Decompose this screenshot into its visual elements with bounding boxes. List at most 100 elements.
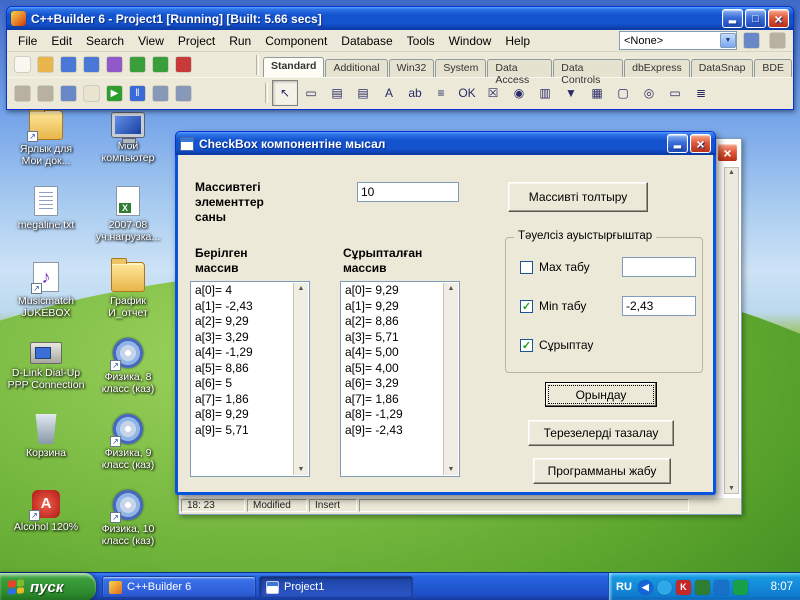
open-project-icon[interactable] [103,54,126,76]
menu-item-tools[interactable]: Tools [400,31,442,51]
desktop-icon-физика-9[interactable]: ↗Физика, 9 класс (каз) [87,414,169,471]
mainmenu-icon[interactable]: ▤ [324,80,350,106]
list-item[interactable]: a[9]= 5,71 [192,423,292,439]
save-all-icon[interactable] [80,54,103,76]
list-item[interactable]: a[5]= 4,00 [342,361,442,377]
pointer-icon[interactable]: ↖ [272,80,298,106]
sync-project-icon[interactable] [740,30,763,52]
listbox-scrollbar[interactable] [293,283,308,475]
desktop-icon-2007-08[interactable]: 2007-08 уч.нагрузка... [87,186,169,243]
max-checkbox[interactable] [520,261,533,274]
dialog-minimize-button[interactable] [667,134,688,153]
list-item[interactable]: a[5]= 8,86 [192,361,292,377]
menu-item-project[interactable]: Project [171,31,222,51]
menu-item-help[interactable]: Help [498,31,537,51]
frames-icon[interactable]: ▭ [298,80,324,106]
ide-maximize-button[interactable] [745,9,766,28]
menu-item-search[interactable]: Search [79,31,131,51]
scrollbar-icon[interactable]: ▦ [584,80,610,106]
listbox-icon[interactable]: ▥ [532,80,558,106]
button-icon[interactable]: OK [454,80,480,106]
given-array-listbox[interactable]: a[0]= 4a[1]= -2,43a[2]= 9,29a[3]= 3,29a[… [190,281,310,477]
volume-icon[interactable] [733,580,748,595]
palette-tab-dbexpress[interactable]: dbExpress [624,59,690,77]
run-icon[interactable]: ▶ [103,82,126,104]
ide-minimize-button[interactable] [722,9,743,28]
list-item[interactable]: a[8]= -1,29 [342,407,442,423]
start-button[interactable]: пуск [0,573,96,600]
listbox-scrollbar[interactable] [443,283,458,475]
menu-item-window[interactable]: Window [442,31,499,51]
groupbox-icon[interactable]: ▢ [610,80,636,106]
menu-item-component[interactable]: Component [258,31,334,51]
list-item[interactable]: a[8]= 9,29 [192,407,292,423]
new-form-icon[interactable] [80,82,103,104]
list-item[interactable]: a[7]= 1,86 [192,392,292,408]
checkbox-icon[interactable]: ☒ [480,80,506,106]
open-file-icon[interactable] [34,54,57,76]
view-unit-icon[interactable] [11,82,34,104]
count-input[interactable] [357,182,459,202]
desktop-icon-ярлык-для[interactable]: ↗Ярлык для Мои док... [5,110,87,167]
list-item[interactable]: a[3]= 3,29 [192,330,292,346]
palette-tab-additional[interactable]: Additional [325,59,387,77]
component-selector-combobox[interactable]: <None> [619,31,737,50]
ide-titlebar[interactable]: C++Builder 6 - Project1 [Running] [Built… [7,7,793,30]
step-over-icon[interactable] [172,82,195,104]
desktop-icon-alcohol-120-[interactable]: ↗Alcohol 120% [5,490,87,533]
desktop-icon-d-link-dial-up[interactable]: D-Link Dial-Up PPP Connection [5,338,87,391]
sort-checkbox[interactable] [520,339,533,352]
editor-close-button[interactable] [717,143,738,162]
palette-tab-bde[interactable]: BDE [754,59,792,77]
desktop-icon-график[interactable]: График И_отчет [87,262,169,319]
dialog-titlebar[interactable]: CheckBox компонентіне мысал [175,131,716,155]
palette-tab-standard[interactable]: Standard [263,57,325,77]
list-item[interactable]: a[9]= -2,43 [342,423,442,439]
desktop-icon-корзина[interactable]: Корзина [5,414,87,459]
clear-windows-button[interactable]: Терезелерді тазалау [528,420,674,446]
palette-tab-data-access[interactable]: Data Access [487,59,552,77]
list-item[interactable]: a[4]= 5,00 [342,345,442,361]
list-item[interactable]: a[7]= 1,86 [342,392,442,408]
ide-close-button[interactable] [768,9,789,28]
new-file-icon[interactable] [11,54,34,76]
edit-icon[interactable]: ab [402,80,428,106]
menu-item-edit[interactable]: Edit [44,31,79,51]
menu-item-database[interactable]: Database [334,31,399,51]
remove-file-icon[interactable] [149,54,172,76]
palette-tab-datasnap[interactable]: DataSnap [691,59,754,77]
desktop-icon-megaline-txt[interactable]: megaline.txt [5,186,87,231]
list-item[interactable]: a[2]= 8,86 [342,314,442,330]
view-form-icon[interactable] [34,82,57,104]
language-indicator[interactable]: RU [616,581,632,593]
list-item[interactable]: a[0]= 9,29 [342,283,442,299]
back-arrow-icon[interactable]: ◀ [638,580,653,595]
save-icon[interactable] [57,54,80,76]
desktop-icon-физика-8[interactable]: ↗Физика, 8 класс (каз) [87,338,169,395]
label-icon[interactable]: A [376,80,402,106]
add-file-icon[interactable] [126,54,149,76]
task-button-project1[interactable]: Project1 [259,576,413,598]
min-checkbox[interactable] [520,300,533,313]
task-button-c-builder-6[interactable]: C++Builder 6 [102,576,256,598]
min-value-input[interactable] [622,296,696,316]
max-value-input[interactable] [622,257,696,277]
fill-array-button[interactable]: Массивті толтыру [508,182,648,212]
update-icon[interactable] [695,580,710,595]
pause-icon[interactable]: ‖ [126,82,149,104]
network-icon[interactable] [714,580,729,595]
kaspersky-icon[interactable]: K [676,580,691,595]
list-item[interactable]: a[4]= -1,29 [192,345,292,361]
sorted-array-listbox[interactable]: a[0]= 9,29a[1]= 9,29a[2]= 8,86a[3]= 5,71… [340,281,460,477]
list-item[interactable]: a[6]= 3,29 [342,376,442,392]
list-item[interactable]: a[1]= 9,29 [342,299,442,315]
panel-icon[interactable]: ▭ [662,80,688,106]
actionlist-icon[interactable]: ≣ [688,80,714,106]
radiogroup-icon[interactable]: ◎ [636,80,662,106]
desktop-icon-мой[interactable]: Мой компьютер [87,110,169,164]
new-items-icon[interactable] [766,30,789,52]
list-item[interactable]: a[3]= 5,71 [342,330,442,346]
menu-item-run[interactable]: Run [222,31,258,51]
close-program-button[interactable]: Программаны жабу [533,458,671,484]
palette-tab-win32[interactable]: Win32 [389,59,435,77]
